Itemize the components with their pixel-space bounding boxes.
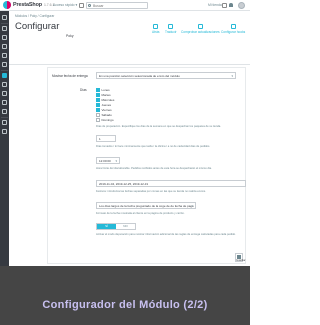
orders-icon[interactable]: [2, 26, 7, 31]
configure-hooks-button[interactable]: Configurar hooks: [221, 24, 245, 34]
page-title: Configurar: [15, 21, 60, 32]
debug-mode-toggle[interactable]: SÍ NO: [96, 223, 136, 230]
cutoff-time-help: Hora límite del día laborable. Pedidos r…: [96, 167, 212, 170]
day-option[interactable]: Sábado: [96, 113, 112, 117]
avatar[interactable]: [238, 2, 245, 9]
hooks-icon: [230, 24, 236, 29]
update-icon: [197, 24, 203, 29]
payment-icon[interactable]: [2, 100, 7, 105]
checkbox[interactable]: [96, 108, 100, 112]
save-button-label: Guardar: [236, 258, 246, 262]
debug-mode-help: Activar el modo depuración para mostrar …: [96, 233, 236, 236]
holidays-input[interactable]: 2019-11-04, 2019-12-25, 2019-12-31: [96, 180, 246, 187]
module-subtab[interactable]: Poky: [66, 34, 74, 38]
sidebar: [0, 11, 9, 266]
day-option[interactable]: Miércoles: [96, 98, 114, 102]
day-option[interactable]: Lunes: [96, 88, 110, 92]
checkbox[interactable]: [96, 103, 100, 107]
day-label: Martes: [101, 93, 111, 97]
display-date-select[interactable]: En una posición selección seleccionada d…: [96, 72, 236, 79]
configure-hooks-label: Configurar hooks: [221, 30, 246, 34]
day-option[interactable]: Martes: [96, 93, 111, 97]
save-button[interactable]: Guardar: [235, 253, 246, 262]
sidebar-divider: [1, 23, 8, 24]
day-option[interactable]: Domingo: [96, 118, 114, 122]
caption-banner: Configurador del Módulo (2/2): [0, 266, 250, 325]
date-format-help: Formato de la fecha mostrada al cliente …: [96, 212, 185, 215]
cart-icon[interactable]: [222, 3, 227, 8]
quick-access-dropdown[interactable]: Acceso rápido: [53, 3, 77, 7]
toggle-no[interactable]: NO: [116, 224, 135, 229]
prestashop-logo[interactable]: PrestaShop 1.7.6.1: [3, 1, 54, 9]
checkbox[interactable]: [96, 118, 100, 122]
check-updates-label: Comprobar actualizaciones: [181, 30, 220, 34]
translate-icon: [168, 24, 174, 29]
search-box[interactable]: [86, 2, 148, 9]
international-icon[interactable]: [2, 109, 7, 114]
day-label: Miércoles: [101, 98, 115, 102]
design-icon[interactable]: [2, 82, 7, 87]
day-label: Viernes: [101, 108, 112, 112]
checkbox[interactable]: [96, 113, 100, 117]
back-icon: [153, 24, 159, 29]
catalog-icon[interactable]: [2, 35, 7, 40]
stats-icon[interactable]: [2, 62, 7, 67]
prep-days-help: Días tomados / lo hace mínimamente que t…: [96, 145, 211, 148]
day-label: Lunes: [101, 88, 110, 92]
advanced-icon[interactable]: [2, 129, 7, 134]
sidebar-divider: [1, 117, 8, 118]
day-label: Jueves: [101, 103, 112, 107]
prep-days-input[interactable]: 1: [96, 135, 116, 142]
customers-icon[interactable]: [2, 44, 7, 49]
checkbox[interactable]: [96, 93, 100, 97]
search-input[interactable]: [93, 3, 147, 8]
day-label: Domingo: [101, 118, 114, 122]
day-option[interactable]: Viernes: [96, 108, 112, 112]
display-date-label: Mostrar fecha de entrega: [52, 74, 88, 78]
translate-button[interactable]: Traducir: [165, 24, 177, 34]
holidays-help: Festivos: introduzca las fechas separada…: [96, 190, 206, 193]
day-label: Sábado: [101, 113, 112, 117]
cutoff-time-select[interactable]: 12:00:00: [96, 157, 120, 164]
page-header: Módulos / Poky / Configurar Configurar P…: [9, 11, 250, 65]
back-button[interactable]: Atrás: [152, 24, 159, 34]
top-navbar: PrestaShop 1.7.6.1 Acceso rápido Mi tien…: [0, 0, 250, 11]
sidebar-divider: [1, 70, 8, 71]
search-icon: [88, 4, 91, 7]
checkbox[interactable]: [96, 98, 100, 102]
messages-icon[interactable]: [2, 53, 7, 58]
check-updates-button[interactable]: Comprobar actualizaciones: [181, 24, 220, 34]
days-help: Días de preparación. Especifique los día…: [96, 125, 222, 128]
back-button-label: Atrás: [152, 30, 160, 34]
store-link[interactable]: Mi tienda: [208, 3, 222, 7]
modules-icon[interactable]: [2, 73, 7, 78]
day-option[interactable]: Jueves: [96, 103, 111, 107]
caption-text: Configurador del Módulo (2/2): [42, 299, 208, 311]
days-label: Días: [80, 88, 87, 92]
date-format-select[interactable]: Los días largos de la fecha preguntado d…: [96, 202, 196, 209]
shipping-icon[interactable]: [2, 91, 7, 96]
breadcrumb[interactable]: Módulos / Poky / Configurar: [15, 14, 54, 18]
dashboard-icon[interactable]: [2, 15, 7, 20]
notifications-icon[interactable]: [229, 3, 233, 7]
settings-icon[interactable]: [2, 120, 7, 125]
toggle-yes[interactable]: SÍ: [97, 224, 116, 229]
add-icon[interactable]: [79, 3, 84, 8]
logo-text: PrestaShop: [13, 2, 42, 8]
translate-button-label: Traducir: [165, 30, 177, 34]
prestashop-logo-icon: [3, 1, 11, 9]
checkbox[interactable]: [96, 88, 100, 92]
config-panel: Mostrar fecha de entrega En una posición…: [47, 67, 246, 264]
